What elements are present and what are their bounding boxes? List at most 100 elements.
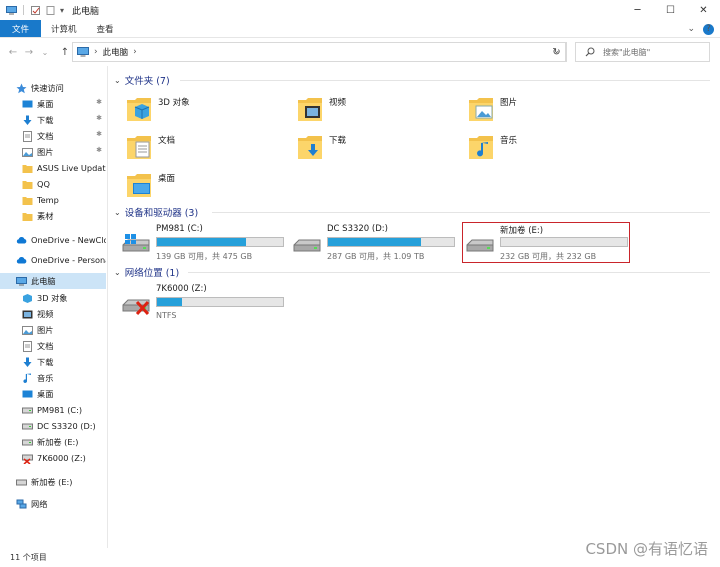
picture-icon bbox=[22, 147, 33, 158]
desktop-icon bbox=[22, 99, 33, 110]
folder-tile[interactable]: 视频 bbox=[297, 94, 346, 122]
sidebar-item-图片[interactable]: 图片 ✱ bbox=[0, 144, 106, 160]
sidebar-item-temp[interactable]: Temp bbox=[0, 192, 106, 208]
recent-locations-button[interactable]: ⌄ bbox=[38, 42, 52, 62]
group-divider bbox=[180, 80, 710, 81]
close-button[interactable]: ✕ bbox=[687, 0, 720, 20]
3d-objects-icon bbox=[22, 293, 33, 304]
capacity-bar-fill bbox=[328, 238, 422, 246]
drive-icon bbox=[22, 421, 33, 432]
group-header-label: 网络位置 (1) bbox=[124, 268, 180, 279]
pin-icon[interactable]: ✱ bbox=[96, 114, 102, 122]
network-drive-icon bbox=[22, 453, 33, 464]
customize-toolbar-icon[interactable]: ▾ bbox=[60, 6, 64, 15]
sidebar-item-pc-10[interactable]: 7K6000 (Z:) bbox=[0, 450, 106, 466]
sidebar-item-pc-9[interactable]: 新加卷 (E:) bbox=[0, 434, 106, 450]
minimize-button[interactable]: ─ bbox=[621, 0, 654, 20]
sidebar-item-pc-4[interactable]: 下载 bbox=[0, 354, 106, 370]
folder-tile[interactable]: 音乐 bbox=[468, 132, 517, 160]
drive-tile[interactable]: PM981 (C:) 139 GB 可用，共 475 GB bbox=[122, 224, 288, 266]
back-button[interactable]: ← bbox=[6, 42, 20, 62]
sidebar-item-桌面[interactable]: 桌面 ✱ bbox=[0, 96, 106, 112]
download-icon bbox=[297, 132, 323, 160]
sidebar-item-onedrive-personal[interactable]: OneDrive - Persona bbox=[0, 252, 106, 268]
group-divider bbox=[188, 272, 710, 273]
chevron-down-icon: ⌄ bbox=[114, 207, 121, 217]
download-icon bbox=[22, 357, 33, 368]
sidebar-item-下载[interactable]: 下载 ✱ bbox=[0, 112, 106, 128]
folder-label: 文档 bbox=[158, 136, 176, 146]
cloud-icon bbox=[16, 235, 27, 246]
folder-tile[interactable]: 桌面 bbox=[126, 170, 175, 198]
chevron-down-icon: ⌄ bbox=[114, 267, 121, 277]
sidebar-item-usb-drive[interactable]: 新加卷 (E:) bbox=[0, 474, 106, 490]
maximize-button[interactable]: ☐ bbox=[654, 0, 687, 20]
music-icon bbox=[468, 132, 494, 160]
sidebar-item-pc-3[interactable]: 文档 bbox=[0, 338, 106, 354]
address-bar[interactable]: › 此电脑 › ⌄ bbox=[72, 42, 566, 62]
folder-label: 图片 bbox=[500, 98, 518, 108]
sidebar-item-文档[interactable]: 文档 ✱ bbox=[0, 128, 106, 144]
title-bar: ▾ 此电脑 ─ ☐ ✕ bbox=[0, 0, 720, 20]
sidebar-item-素材[interactable]: 素材 bbox=[0, 208, 106, 224]
pin-icon[interactable]: ✱ bbox=[96, 98, 102, 106]
sidebar-item-quick-access[interactable]: 快速访问 bbox=[0, 80, 106, 96]
folder-tile[interactable]: 下载 bbox=[297, 132, 346, 160]
sidebar-item-pc-1[interactable]: 视频 bbox=[0, 306, 106, 322]
drive-icon bbox=[293, 234, 321, 256]
pin-icon[interactable]: ✱ bbox=[96, 146, 102, 154]
breadcrumb-this-pc[interactable]: 此电脑 bbox=[103, 46, 129, 58]
sidebar-item-onedrive-newclo[interactable]: OneDrive - NewClo bbox=[0, 232, 106, 248]
folder-label: 3D 对象 bbox=[158, 98, 190, 108]
folder-icon bbox=[22, 179, 33, 190]
item-count: 11 个项目 bbox=[10, 553, 47, 562]
new-folder-icon[interactable] bbox=[45, 5, 56, 15]
properties-icon[interactable] bbox=[30, 5, 41, 15]
computer-icon[interactable] bbox=[6, 5, 17, 15]
breadcrumb-separator: › bbox=[94, 47, 98, 57]
capacity-bar bbox=[156, 237, 284, 247]
refresh-button[interactable]: ↻ bbox=[547, 42, 567, 62]
help-icon[interactable]: ? bbox=[703, 23, 714, 35]
tab-view[interactable]: 查看 bbox=[87, 20, 124, 37]
drive-name: PM981 (C:) bbox=[156, 224, 203, 234]
disconnected-network-drive-icon bbox=[122, 294, 150, 316]
drive-free-space: 139 GB 可用，共 475 GB bbox=[156, 252, 253, 261]
folder-label: 桌面 bbox=[158, 174, 176, 184]
desktop-icon bbox=[126, 170, 152, 198]
sidebar-item-pc-5[interactable]: 音乐 bbox=[0, 370, 106, 386]
sidebar-item-label: 网络 bbox=[31, 499, 48, 509]
pin-icon[interactable]: ✱ bbox=[96, 130, 102, 138]
sidebar-item-pc-2[interactable]: 图片 bbox=[0, 322, 106, 338]
search-placeholder: 搜索"此电脑" bbox=[603, 47, 651, 57]
sidebar-item-label: PM981 (C:) bbox=[37, 405, 83, 415]
breadcrumb-separator[interactable]: › bbox=[133, 47, 137, 57]
sidebar-item-label: 新加卷 (E:) bbox=[37, 437, 79, 447]
tab-computer[interactable]: 计算机 bbox=[41, 20, 87, 37]
sidebar-item-pc-7[interactable]: PM981 (C:) bbox=[0, 402, 106, 418]
sidebar-item-asus-live-update[interactable]: ASUS Live Update bbox=[0, 160, 106, 176]
network-drive-tile[interactable]: 7K6000 (Z:) NTFS bbox=[122, 284, 288, 326]
sidebar-item-pc-0[interactable]: 3D 对象 bbox=[0, 290, 106, 306]
toolbar-separator bbox=[23, 5, 24, 15]
tab-file[interactable]: 文件 bbox=[0, 20, 42, 37]
folder-tile[interactable]: 图片 bbox=[468, 94, 517, 122]
drive-tile[interactable]: DC S3320 (D:) 287 GB 可用，共 1.09 TB bbox=[293, 224, 459, 266]
group-divider bbox=[212, 212, 710, 213]
sidebar-item-label: Temp bbox=[37, 195, 59, 205]
sidebar-item-pc-6[interactable]: 桌面 bbox=[0, 386, 106, 402]
forward-button[interactable]: → bbox=[22, 42, 36, 62]
sidebar-item-pc-8[interactable]: DC S3320 (D:) bbox=[0, 418, 106, 434]
chevron-down-icon[interactable]: ⌄ bbox=[687, 24, 695, 34]
search-box[interactable]: 搜索"此电脑" bbox=[575, 42, 710, 62]
sidebar-item-network[interactable]: 网络 bbox=[0, 496, 106, 512]
folder-icon bbox=[22, 211, 33, 222]
sidebar-item-this-pc[interactable]: 此电脑 bbox=[0, 273, 106, 289]
folder-tile[interactable]: 文档 bbox=[126, 132, 175, 160]
pane-divider[interactable] bbox=[107, 66, 108, 548]
folder-tile[interactable]: 3D 对象 bbox=[126, 94, 190, 122]
sidebar-item-label: 下载 bbox=[37, 115, 54, 125]
sidebar-item-qq[interactable]: QQ bbox=[0, 176, 106, 192]
watermark: CSDN @有语忆语 bbox=[585, 540, 708, 558]
up-button[interactable]: ↑ bbox=[58, 42, 72, 62]
